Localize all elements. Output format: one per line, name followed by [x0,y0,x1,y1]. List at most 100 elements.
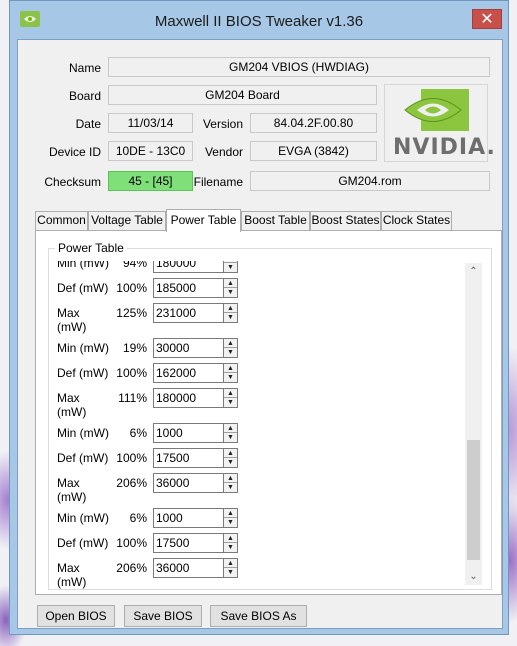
tab-power-table[interactable]: Power Table [166,209,241,232]
power-row-percent: 100% [116,366,147,380]
window-title: Maxwell II BIOS Tweaker v1.36 [154,13,364,30]
spin-up-icon[interactable]: ▲ [224,424,237,433]
power-value-spinner[interactable]: ▲▼ [223,508,238,528]
power-row-percent: 19% [122,341,147,355]
power-row: Min (mW) 94% 180000▲▼ [53,261,463,273]
power-value-input[interactable]: 17500 [153,448,223,468]
spin-up-icon[interactable]: ▲ [224,534,237,543]
device-id-field: 10DE - 13C0 [108,141,193,161]
power-row-percent: 6% [129,426,147,440]
spin-down-icon[interactable]: ▼ [224,288,237,297]
date-label: Date [75,117,101,131]
save-bios-button[interactable]: Save BIOS [124,605,202,627]
spin-up-icon[interactable]: ▲ [224,279,237,288]
tab-voltage-table[interactable]: Voltage Table [88,211,166,230]
nvidia-logo: NVIDIA. [384,84,495,162]
tab-boost-states[interactable]: Boost States [310,211,381,230]
nvidia-eye-icon [404,89,469,131]
spin-down-icon[interactable]: ▼ [224,348,237,357]
spin-down-icon[interactable]: ▼ [224,398,237,407]
spin-up-icon[interactable]: ▲ [224,304,237,313]
power-row-percent: 100% [116,281,147,295]
power-value-input[interactable]: 1000 [153,508,223,528]
spin-up-icon[interactable]: ▲ [224,449,237,458]
power-row: Max (mW) 206% 36000 ▲ ▼ [53,473,463,504]
spin-down-icon[interactable]: ▼ [224,483,237,492]
power-row-percent: 206% [116,476,147,490]
version-label: Version [202,117,243,131]
spin-down-icon[interactable]: ▼ [224,263,237,272]
power-row-label: Max (mW) [57,391,87,419]
power-value-input[interactable]: 162000 [153,363,223,383]
power-value-input[interactable]: 30000 [153,338,223,358]
spin-up-icon[interactable]: ▲ [224,559,237,568]
close-button[interactable]: ✕ [472,9,502,29]
spin-up-icon[interactable]: ▲ [224,509,237,518]
power-row-label: Min (mW) [57,511,109,525]
filename-field: GM204.rom [250,171,490,191]
power-row-percent: 206% [116,561,147,575]
scroll-down-arrow-icon[interactable]: ⌄ [465,568,482,585]
power-value-input[interactable]: 180000 [153,388,223,408]
spin-down-icon[interactable]: ▼ [224,568,237,577]
power-row-percent: 100% [116,451,147,465]
power-value-spinner[interactable]: ▲▼ [223,303,238,323]
scroll-up-arrow-icon[interactable]: ⌃ [465,263,482,280]
power-value-spinner[interactable]: ▲▼ [223,533,238,553]
device-id-label: Device ID [48,145,101,159]
spin-up-icon[interactable]: ▲ [224,339,237,348]
power-row-label: Max (mW) [57,476,87,504]
power-table-panel: Power Table Min (mW)94%180000▲▼Def (mW)1… [35,230,502,595]
app-window: Maxwell II BIOS Tweaker v1.36 ✕ Name GM2… [9,0,509,635]
power-value-spinner[interactable]: ▲▼ [223,423,238,443]
group-title: Power Table [55,241,127,255]
save-bios-as-button[interactable]: Save BIOS As [210,605,307,627]
spin-down-icon[interactable]: ▼ [224,458,237,467]
power-value-input[interactable]: 36000 [153,473,223,493]
power-row-label: Max (mW) [57,561,87,589]
power-value-input[interactable]: 231000 [153,303,223,323]
date-field: 11/03/14 [108,113,193,133]
power-value-spinner[interactable]: ▲▼ [223,363,238,383]
power-value-input[interactable]: 180000 [153,261,223,273]
spin-up-icon[interactable]: ▲ [224,364,237,373]
spin-down-icon[interactable]: ▼ [224,433,237,442]
power-table-scroll-area[interactable]: Min (mW)94%180000▲▼Def (mW)100%185000▲▼M… [53,261,463,589]
power-value-spinner[interactable]: ▲▼ [223,448,238,468]
power-value-input[interactable]: 1000 [153,423,223,443]
filename-label: Filename [193,175,243,189]
checksum-field: 45 - [45] [108,171,193,191]
spin-up-icon[interactable]: ▲ [224,474,237,483]
title-bar[interactable]: Maxwell II BIOS Tweaker v1.36 ✕ [10,1,508,39]
power-row-label: Max (mW) [57,306,87,334]
power-row-percent: 94% [122,261,147,270]
vertical-scrollbar[interactable]: ⌃ ⌄ [465,263,482,585]
spin-down-icon[interactable]: ▼ [224,373,237,382]
power-value-spinner[interactable]: ▲▼ [223,388,238,408]
spin-down-icon[interactable]: ▼ [224,543,237,552]
power-row: Min (mW) 6% 1000 ▲ ▼ [53,423,463,443]
power-value-input[interactable]: 36000 [153,558,223,578]
scrollbar-thumb[interactable] [467,440,480,560]
power-row: Def (mW) 100% 162000 ▲ ▼ [53,363,463,383]
tab-clock-states[interactable]: Clock States [381,211,452,230]
open-bios-button[interactable]: Open BIOS [37,605,115,627]
power-value-input[interactable]: 185000 [153,278,223,298]
power-value-spinner[interactable]: ▲▼ [223,338,238,358]
power-value-spinner[interactable]: ▲▼ [223,558,238,578]
vendor-label: Vendor [204,145,243,159]
spin-down-icon[interactable]: ▼ [224,313,237,322]
spin-down-icon[interactable]: ▼ [224,518,237,527]
power-value-input[interactable]: 17500 [153,533,223,553]
tab-common[interactable]: Common [35,211,88,230]
power-value-spinner[interactable]: ▲▼ [223,261,238,273]
power-row: Min (mW) 6% 1000 ▲ ▼ [53,508,463,528]
power-value-spinner[interactable]: ▲▼ [223,473,238,493]
power-row: Def (mW) 100% 185000 ▲ ▼ [53,278,463,298]
power-row-label: Min (mW) [57,426,109,440]
tab-boost-table[interactable]: Boost Table [241,211,310,230]
power-row-label: Min (mW) [57,341,109,355]
power-row: Max (mW) 111% 180000 ▲ ▼ [53,388,463,419]
power-value-spinner[interactable]: ▲▼ [223,278,238,298]
spin-up-icon[interactable]: ▲ [224,389,237,398]
